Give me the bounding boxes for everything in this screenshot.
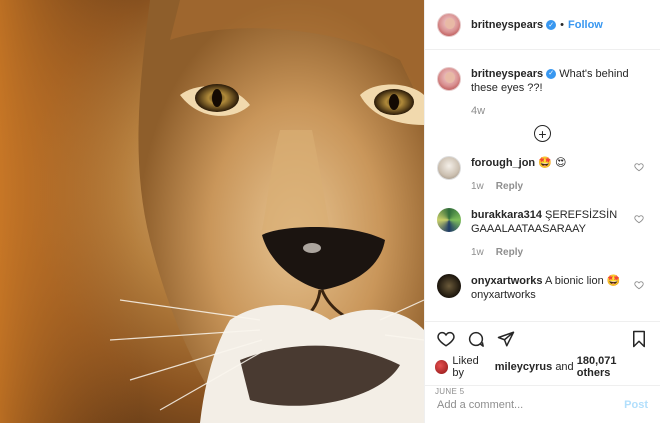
comment-username[interactable]: burakkara314 bbox=[471, 209, 542, 221]
post-image[interactable] bbox=[0, 0, 424, 423]
post-comment-button[interactable]: Post bbox=[624, 399, 648, 411]
plus-circle-icon[interactable]: + bbox=[534, 125, 551, 142]
comment-username[interactable]: onyxartworks bbox=[471, 275, 543, 287]
likes-count[interactable]: 180,071 others bbox=[577, 355, 650, 379]
liker-username[interactable]: mileycyrus bbox=[495, 361, 552, 373]
comment-username[interactable]: forough_jon bbox=[471, 157, 535, 169]
verified-icon: ✓ bbox=[546, 19, 557, 30]
comments-list[interactable]: britneyspears ✓ What's behind these eyes … bbox=[425, 51, 660, 321]
reply-button[interactable]: Reply bbox=[496, 247, 523, 258]
likes-prefix: Liked by bbox=[452, 355, 479, 379]
add-comment-bar: Post bbox=[425, 385, 660, 423]
comment-like-icon[interactable] bbox=[634, 214, 644, 224]
post-side-panel: britneyspears ✓ • Follow britneyspears ✓ … bbox=[424, 0, 660, 423]
caption-avatar[interactable] bbox=[437, 67, 461, 91]
author-avatar[interactable] bbox=[437, 12, 461, 37]
lion-photo bbox=[0, 0, 424, 423]
comment-icon[interactable] bbox=[465, 328, 487, 350]
post-header: britneyspears ✓ • Follow bbox=[425, 0, 660, 50]
author-username[interactable]: britneyspears bbox=[471, 19, 543, 31]
bookmark-icon[interactable] bbox=[628, 328, 650, 350]
likes-conjunction: and bbox=[555, 361, 574, 373]
comment-item: forough_jon 🤩 😍 1w Reply bbox=[437, 156, 648, 194]
share-icon[interactable] bbox=[495, 328, 517, 350]
comment-item: onyxartworks A bionic lion 🤩 onyxartwork… bbox=[437, 274, 648, 302]
caption: britneyspears ✓ What's behind these eyes … bbox=[437, 67, 648, 95]
comment-like-icon[interactable] bbox=[634, 280, 644, 290]
liker-avatar[interactable] bbox=[435, 360, 449, 374]
comment-age[interactable]: 1w bbox=[471, 181, 484, 192]
comment-age[interactable]: 1w bbox=[471, 247, 484, 258]
commenter-avatar[interactable] bbox=[437, 156, 461, 180]
comment-text: 🤩 😍 bbox=[538, 157, 567, 169]
comment-item: burakkara314 ŞEREFSİZSİN GAAALAATAASARAA… bbox=[437, 208, 648, 260]
comment-input[interactable] bbox=[437, 398, 625, 411]
comment-like-icon[interactable] bbox=[634, 162, 644, 172]
heart-icon[interactable] bbox=[435, 328, 457, 350]
commenter-avatar[interactable] bbox=[437, 274, 461, 298]
commenter-avatar[interactable] bbox=[437, 208, 461, 232]
likes-summary: Liked by mileycyrus and 180,071 others bbox=[435, 355, 650, 379]
caption-age[interactable]: 4w bbox=[471, 105, 648, 117]
load-more-comments[interactable]: + bbox=[437, 125, 648, 142]
follow-button[interactable]: Follow bbox=[568, 19, 603, 31]
caption-text-block: britneyspears ✓ What's behind these eyes … bbox=[471, 67, 641, 95]
separator-dot: • bbox=[560, 18, 565, 31]
caption-username[interactable]: britneyspears bbox=[471, 68, 543, 80]
verified-icon: ✓ bbox=[546, 69, 557, 80]
reply-button[interactable]: Reply bbox=[496, 181, 523, 192]
